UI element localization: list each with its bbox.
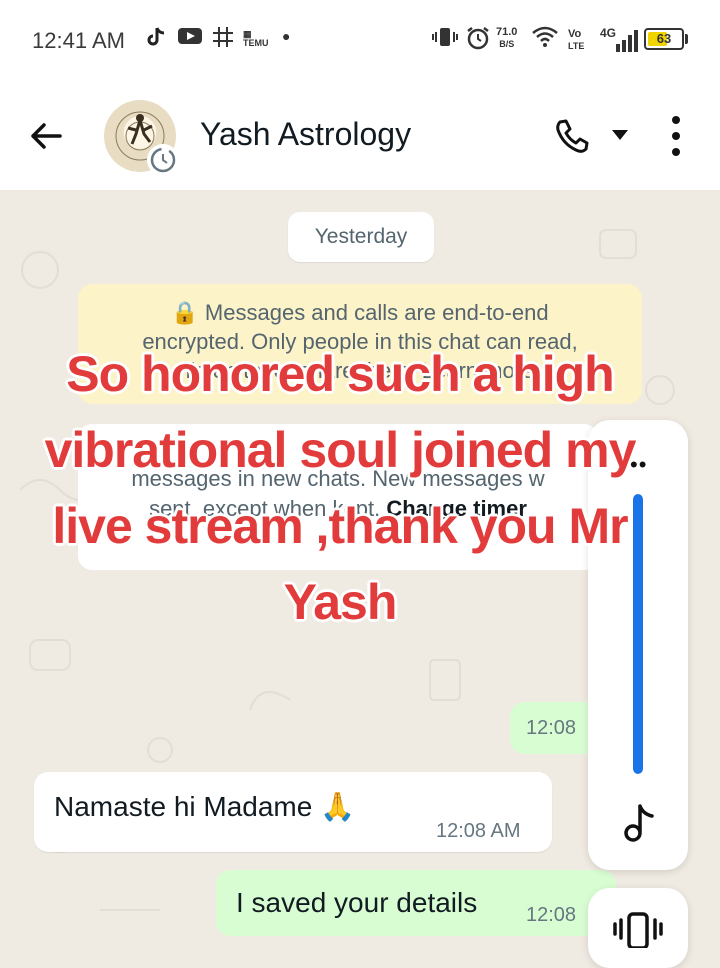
dot-icon: ● bbox=[282, 28, 291, 44]
net-speed-unit: B/S bbox=[499, 39, 515, 49]
temu-icon: ▦ TEMU bbox=[243, 29, 269, 48]
status-time: 12:41 AM bbox=[32, 28, 125, 53]
disappearing-timer-icon bbox=[147, 144, 179, 176]
call-icon[interactable] bbox=[552, 116, 592, 156]
tiktok-icon bbox=[146, 26, 166, 54]
signal-icon bbox=[616, 30, 638, 52]
alarm-icon bbox=[466, 26, 490, 56]
battery-icon: 63 bbox=[644, 28, 684, 50]
message-text: I saved your details bbox=[236, 887, 478, 918]
overlay-caption-line4: Yash bbox=[283, 574, 398, 630]
vibrate-icon[interactable] bbox=[612, 910, 664, 948]
status-bar: 12:41 AM ▦ TEMU ● 71.0 B/S Vo LTE 4G 63 bbox=[0, 0, 720, 80]
vibrate-icon bbox=[432, 26, 458, 54]
message-time: 12:08 bbox=[526, 904, 577, 926]
overlay-caption-line1: So honored such a high bbox=[66, 346, 614, 402]
dropdown-caret-icon[interactable] bbox=[612, 130, 628, 140]
youtube-icon bbox=[178, 26, 202, 52]
incoming-message-bubble[interactable]: Namaste hi Madame 🙏 12:08 AM bbox=[34, 772, 552, 852]
volte-top: Vo bbox=[568, 28, 582, 40]
back-arrow-icon[interactable] bbox=[26, 116, 66, 156]
net-speed: 71.0 B/S bbox=[496, 26, 517, 50]
battery-tip bbox=[685, 34, 688, 44]
message-text: Namaste hi Madame 🙏 bbox=[54, 791, 355, 822]
message-time: 12:08 AM bbox=[436, 820, 521, 842]
grid-icon bbox=[212, 26, 234, 54]
overlay-caption-line2: vibrational soul joined my bbox=[44, 422, 637, 478]
overlay-caption: So honored such a high vibrational soul … bbox=[10, 336, 670, 640]
outgoing-message-bubble[interactable]: I saved your details 12:08 bbox=[216, 870, 616, 936]
net-speed-value: 71.0 bbox=[496, 26, 518, 38]
wifi-icon bbox=[532, 26, 558, 54]
battery-level: 63 bbox=[656, 31, 672, 46]
overlay-caption-line3: live stream ,thank you Mr bbox=[52, 498, 628, 554]
chat-header: Yash Astrology bbox=[0, 80, 720, 190]
message-time: 12:08 bbox=[526, 717, 577, 739]
date-chip: Yesterday bbox=[288, 212, 434, 262]
encryption-notice-line1: 🔒 Messages and calls are end-to-end bbox=[171, 300, 549, 325]
volte-bottom: LTE bbox=[568, 41, 585, 51]
more-vert-icon[interactable] bbox=[666, 114, 686, 158]
music-note-icon[interactable] bbox=[616, 800, 662, 846]
contact-name[interactable]: Yash Astrology bbox=[200, 116, 411, 153]
volte-indicator: Vo LTE bbox=[568, 28, 584, 52]
